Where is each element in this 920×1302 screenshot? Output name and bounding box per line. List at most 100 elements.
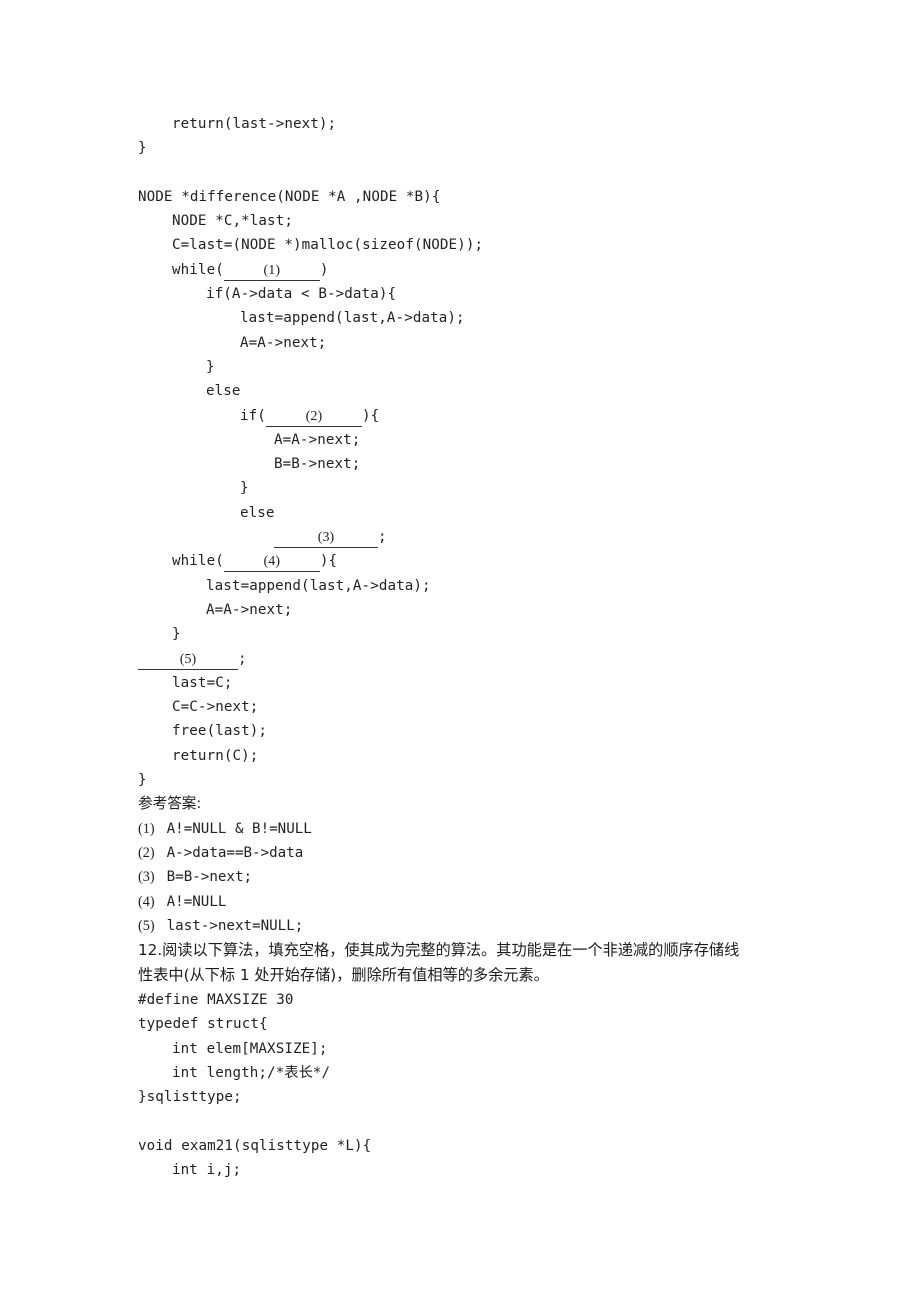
page-content: return(last->next);} NODE *difference(NO…: [138, 112, 800, 1182]
code-line: NODE *difference(NODE *A ,NODE *B){: [138, 185, 800, 209]
answer-number: (5): [138, 917, 159, 934]
code-text: A=A->next;: [240, 334, 327, 351]
code-text: ){: [361, 407, 380, 424]
code-text: last=C;: [172, 674, 233, 691]
code-line: A=A->next;: [138, 428, 800, 452]
code-line: A=A->next;: [138, 598, 800, 622]
code-text: }: [206, 358, 215, 375]
answer-text: A!=NULL: [158, 893, 227, 910]
code-text: }: [138, 140, 147, 157]
code-block-exam21: #define MAXSIZE 30 typedef struct{ int ele…: [138, 988, 800, 1182]
code-line-with-blank: while((1)): [138, 258, 800, 282]
code-text: else: [206, 383, 241, 400]
code-line: }sqlisttype;: [138, 1085, 800, 1109]
answers-list: (1) A!=NULL & B!=NULL (2) A->data==B->dat…: [138, 817, 800, 938]
code-text: NODE *difference(NODE *A ,NODE *B){: [138, 188, 441, 205]
answer-text: A!=NULL & B!=NULL: [158, 820, 312, 837]
fill-in-blank[interactable]: (5): [138, 651, 238, 670]
answer-text: B=B->next;: [158, 869, 253, 886]
code-text: if(: [240, 407, 266, 424]
code-line: B=B->next;: [138, 452, 800, 476]
code-text: #define MAXSIZE 30: [138, 992, 294, 1009]
code-line: last=C;: [138, 671, 800, 695]
code-text: NODE *C,*last;: [172, 213, 293, 230]
code-text: ;: [238, 650, 247, 667]
code-line: A=A->next;: [138, 331, 800, 355]
code-text: }sqlisttype;: [138, 1089, 242, 1106]
code-text: int length;/*表长*/: [172, 1064, 331, 1081]
code-line: #define MAXSIZE 30: [138, 988, 800, 1012]
code-text: B=B->next;: [274, 456, 361, 473]
answer-number: (2): [138, 844, 159, 861]
code-line: NODE *C,*last;: [138, 209, 800, 233]
code-text: ;: [378, 529, 387, 546]
code-text: }: [138, 772, 147, 789]
code-text: while(: [172, 261, 224, 278]
code-line-with-blank: if((2)){: [138, 404, 800, 428]
code-line: void exam21(sqlisttype *L){: [138, 1134, 800, 1158]
code-line: }: [138, 768, 800, 792]
code-line-with-blank: (3);: [138, 525, 800, 549]
code-text: last=append(last,A->data);: [240, 310, 465, 327]
code-text: C=C->next;: [172, 699, 259, 716]
code-text: return(C);: [172, 747, 259, 764]
code-text: free(last);: [172, 723, 268, 740]
code-text: typedef struct{: [138, 1016, 268, 1033]
code-line: if(A->data < B->data){: [138, 282, 800, 306]
fill-in-blank[interactable]: (3): [274, 529, 378, 549]
code-text: return(last->next);: [172, 116, 337, 132]
code-text: }: [172, 626, 181, 643]
code-text: }: [240, 480, 249, 497]
fill-in-blank[interactable]: (1): [223, 262, 320, 281]
fill-in-blank[interactable]: (2): [265, 408, 362, 427]
code-line: free(last);: [138, 719, 800, 743]
answer-number: (4): [138, 893, 159, 910]
code-text: A=A->next;: [274, 431, 361, 448]
answer-item: (2) A->data==B->data: [138, 841, 800, 865]
answer-item: (3) B=B->next;: [138, 865, 800, 889]
code-text: C=last=(NODE *)malloc(sizeof(NODE));: [172, 237, 484, 254]
code-line-with-blank: (5);: [138, 647, 800, 671]
code-line: int length;/*表长*/: [138, 1061, 800, 1085]
code-line: typedef struct{: [138, 1012, 800, 1036]
code-line: C=C->next;: [138, 695, 800, 719]
code-text: A=A->next;: [206, 601, 293, 618]
answer-number: (3): [138, 869, 159, 886]
code-line: C=last=(NODE *)malloc(sizeof(NODE));: [138, 233, 800, 257]
code-line: last=append(last,A->data);: [138, 306, 800, 330]
code-line: }: [138, 476, 800, 500]
question-12-line-2: 性表中(从下标 1 处开始存储)，删除所有值相等的多余元素。: [138, 966, 549, 985]
code-line: }: [138, 622, 800, 646]
code-text: if(A->data < B->data){: [206, 286, 397, 303]
code-line: else: [138, 501, 800, 525]
answer-text: A->data==B->data: [158, 844, 304, 861]
answer-text: last->next=NULL;: [158, 917, 304, 934]
answer-item: (1) A!=NULL & B!=NULL: [138, 817, 800, 841]
code-block-difference: return(last->next);} NODE *difference(NO…: [138, 112, 800, 792]
code-line: else: [138, 379, 800, 403]
code-line: return(C);: [138, 744, 800, 768]
code-line: int i,j;: [138, 1158, 800, 1182]
answers-heading: 参考答案:: [138, 795, 202, 813]
answer-number: (1): [138, 820, 159, 837]
code-text: void exam21(sqlisttype *L){: [138, 1137, 372, 1154]
code-text: else: [240, 504, 275, 521]
fill-in-blank[interactable]: (4): [223, 553, 320, 573]
answer-item: (4) A!=NULL: [138, 890, 800, 914]
code-line: int elem[MAXSIZE];: [138, 1037, 800, 1061]
code-line-with-blank: while((4)){: [138, 549, 800, 573]
code-text: ): [319, 261, 329, 278]
code-text: int elem[MAXSIZE];: [172, 1040, 328, 1057]
code-text: ){: [319, 553, 338, 570]
question-12-text: 12.阅读以下算法，填充空格，使其成为完整的算法。其功能是在一个非递减的顺序存储…: [138, 938, 796, 988]
question-12-line-1: 12.阅读以下算法，填充空格，使其成为完整的算法。其功能是在一个非递减的顺序存储…: [138, 941, 740, 960]
document-page: return(last->next);} NODE *difference(NO…: [0, 0, 920, 1302]
code-line: }: [138, 355, 800, 379]
code-text: last=append(last,A->data);: [206, 577, 431, 594]
code-line: }: [138, 136, 800, 160]
code-line: return(last->next);: [138, 112, 800, 136]
code-text: while(: [172, 553, 224, 570]
answer-item: (5) last->next=NULL;: [138, 914, 800, 938]
